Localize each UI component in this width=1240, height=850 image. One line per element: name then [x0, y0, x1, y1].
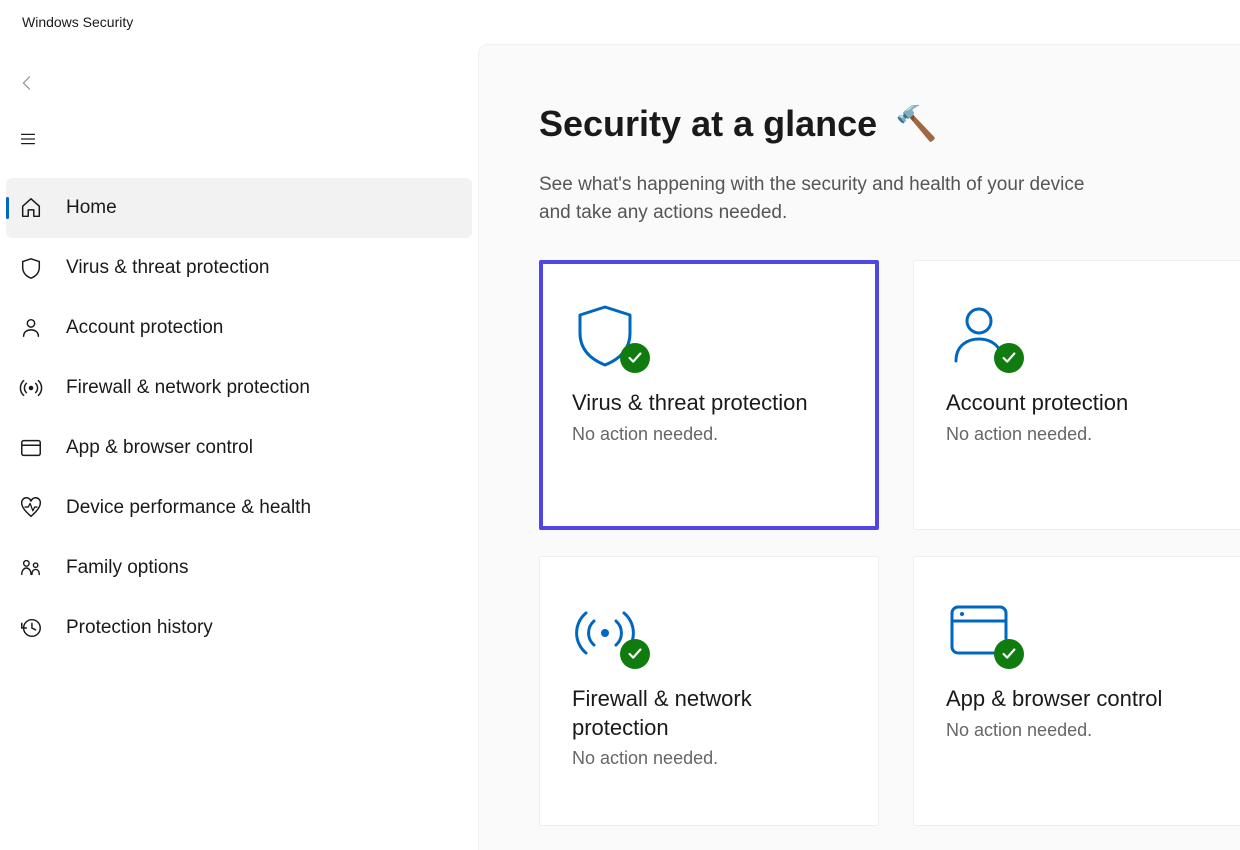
- family-icon: [18, 555, 44, 581]
- page-title: Security at a glance 🔨: [539, 103, 1240, 145]
- main-content: Security at a glance 🔨 See what's happen…: [478, 44, 1240, 850]
- sidebar-item-home[interactable]: Home: [6, 178, 472, 238]
- nav-label: Device performance & health: [66, 497, 311, 519]
- page-title-text: Security at a glance: [539, 103, 877, 145]
- person-icon: [946, 301, 1026, 371]
- sidebar: Home Virus & threat protection Account p…: [0, 44, 478, 850]
- card-account-protection[interactable]: Account protection No action needed.: [913, 260, 1240, 530]
- sidebar-item-app-browser-control[interactable]: App & browser control: [6, 418, 472, 478]
- card-app-browser-control[interactable]: App & browser control No action needed.: [913, 556, 1240, 826]
- check-badge-icon: [620, 343, 650, 373]
- shield-icon: [572, 301, 652, 371]
- cards-grid: Virus & threat protection No action need…: [539, 260, 1240, 826]
- card-status: No action needed.: [572, 748, 846, 769]
- nav-label: Firewall & network protection: [66, 377, 310, 399]
- card-title: Virus & threat protection: [572, 389, 846, 418]
- browser-icon: [18, 435, 44, 461]
- shield-icon: [18, 255, 44, 281]
- home-icon: [18, 195, 44, 221]
- card-status: No action needed.: [572, 424, 846, 445]
- nav-label: Virus & threat protection: [66, 257, 269, 279]
- sidebar-item-device-performance-health[interactable]: Device performance & health: [6, 478, 472, 538]
- back-icon: [18, 73, 38, 93]
- card-virus-threat-protection[interactable]: Virus & threat protection No action need…: [539, 260, 879, 530]
- nav-label: Protection history: [66, 617, 213, 639]
- hammer-icon: 🔨: [895, 104, 937, 144]
- radio-icon: [572, 597, 652, 667]
- sidebar-item-firewall-network-protection[interactable]: Firewall & network protection: [6, 358, 472, 418]
- menu-icon: [18, 129, 38, 149]
- check-badge-icon: [620, 639, 650, 669]
- history-icon: [18, 615, 44, 641]
- radio-icon: [18, 375, 44, 401]
- card-title: Account protection: [946, 389, 1220, 418]
- app-title: Windows Security: [22, 14, 133, 30]
- card-firewall-network-protection[interactable]: Firewall & network protection No action …: [539, 556, 879, 826]
- person-icon: [18, 315, 44, 341]
- check-badge-icon: [994, 343, 1024, 373]
- back-button[interactable]: [4, 62, 52, 104]
- sidebar-item-virus-threat-protection[interactable]: Virus & threat protection: [6, 238, 472, 298]
- nav-list: Home Virus & threat protection Account p…: [0, 178, 478, 658]
- nav-label: Family options: [66, 557, 189, 579]
- browser-icon: [946, 597, 1026, 667]
- card-status: No action needed.: [946, 720, 1220, 741]
- window-titlebar: Windows Security: [0, 0, 1240, 44]
- nav-label: App & browser control: [66, 437, 253, 459]
- card-title: Firewall & network protection: [572, 685, 846, 742]
- check-badge-icon: [994, 639, 1024, 669]
- sidebar-item-family-options[interactable]: Family options: [6, 538, 472, 598]
- nav-label: Home: [66, 197, 117, 219]
- heart-icon: [18, 495, 44, 521]
- card-title: App & browser control: [946, 685, 1220, 714]
- card-status: No action needed.: [946, 424, 1220, 445]
- sidebar-item-account-protection[interactable]: Account protection: [6, 298, 472, 358]
- page-subtitle: See what's happening with the security a…: [539, 171, 1119, 226]
- sidebar-item-protection-history[interactable]: Protection history: [6, 598, 472, 658]
- nav-label: Account protection: [66, 317, 223, 339]
- hamburger-button[interactable]: [4, 118, 52, 160]
